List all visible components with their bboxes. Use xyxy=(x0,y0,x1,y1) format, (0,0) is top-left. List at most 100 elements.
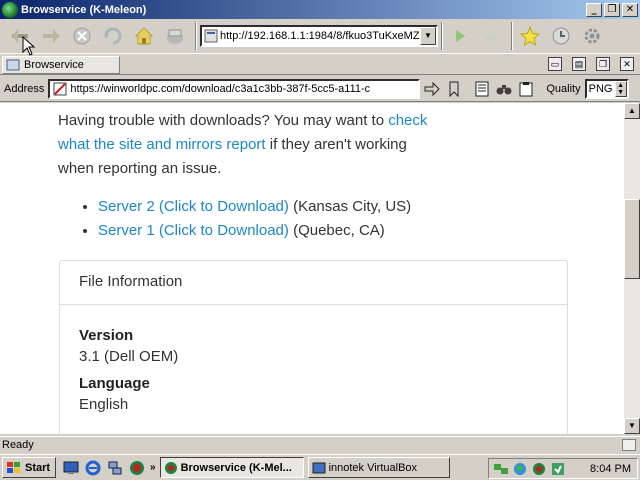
stop-button[interactable] xyxy=(68,22,96,50)
page-info-button[interactable] xyxy=(472,79,492,99)
scroll-up-icon[interactable]: ▲ xyxy=(624,103,640,119)
tab-new-icon[interactable]: ❐ xyxy=(596,57,610,71)
file-information-panel: File Information Version 3.1 (Dell OEM) … xyxy=(59,260,568,434)
tab-browservice[interactable]: Browservice xyxy=(2,56,120,74)
taskbar-item-virtualbox[interactable]: innotek VirtualBox xyxy=(307,457,450,478)
document-icon xyxy=(475,81,489,96)
up-button[interactable] xyxy=(477,22,505,50)
kmeleon-app-icon[interactable] xyxy=(2,1,18,18)
server-1-download-link[interactable]: Server 1 (Click to Download) xyxy=(98,222,289,239)
tab-save-icon[interactable]: ▭ xyxy=(548,57,562,71)
bookmark-page-button[interactable] xyxy=(444,79,464,99)
kmeleon-icon xyxy=(130,460,144,475)
bookmark-ribbon-icon xyxy=(449,81,459,97)
show-desktop-button[interactable] xyxy=(62,459,80,477)
no-entry-icon xyxy=(53,82,67,95)
address-text[interactable]: https://winworldpc.com/download/c3a1c3bb… xyxy=(70,83,370,95)
tab-list-icon[interactable]: ▤ xyxy=(572,57,586,71)
tab-label: Browservice xyxy=(24,59,84,71)
window-title: Browservice (K-Meleon) xyxy=(21,3,147,16)
task-label: innotek VirtualBox xyxy=(328,461,418,474)
quality-label: Quality xyxy=(546,82,581,95)
desktop-icon xyxy=(63,461,79,474)
ie-launch-button[interactable] xyxy=(84,459,102,477)
page-icon xyxy=(6,59,20,71)
server-list: Server 2 (Click to Download) (Kansas Cit… xyxy=(80,195,411,243)
scroll-down-icon[interactable]: ▼ xyxy=(624,418,640,434)
forward-button[interactable] xyxy=(37,22,65,50)
status-text: Ready xyxy=(2,438,34,451)
address-bar: Address https://winworldpc.com/download/… xyxy=(0,76,640,102)
resize-grip-icon[interactable] xyxy=(622,439,636,451)
bookmark-star-icon xyxy=(519,25,541,47)
bookmarks-button[interactable] xyxy=(516,22,544,50)
forward-icon xyxy=(43,29,59,43)
quality-select[interactable]: PNG ▲ ▼ xyxy=(584,78,629,99)
settings-button[interactable] xyxy=(578,22,606,50)
intro-text: Having trouble with downloads? You may w… xyxy=(58,112,385,129)
toolbar-separator xyxy=(511,22,513,50)
scroll-thumb[interactable] xyxy=(624,199,640,279)
kmeleon-launch-button[interactable] xyxy=(128,459,146,477)
toolbar-separator xyxy=(195,22,197,50)
quick-launch-more[interactable]: » xyxy=(150,462,156,473)
file-information-fields: Version 3.1 (Dell OEM) Language English xyxy=(60,305,567,434)
toolbar-separator xyxy=(441,22,443,50)
go-button[interactable] xyxy=(446,22,474,50)
download-help-paragraph: Having trouble with downloads? You may w… xyxy=(58,109,438,181)
home-icon xyxy=(134,27,154,45)
spinner-icon[interactable]: ▲ ▼ xyxy=(614,80,627,97)
home-button[interactable] xyxy=(130,22,158,50)
chevron-down-icon[interactable]: ▼ xyxy=(420,27,436,45)
print-button[interactable] xyxy=(161,22,189,50)
title-bar: Browservice (K-Meleon) _ ❐ ✕ xyxy=(0,0,640,19)
explorer-launch-button[interactable] xyxy=(106,459,124,477)
history-button[interactable] xyxy=(547,22,575,50)
history-icon xyxy=(552,27,570,45)
language-value: English xyxy=(79,396,129,413)
maximize-button[interactable]: ❐ xyxy=(604,2,620,17)
version-value: 3.1 (Dell OEM) xyxy=(79,348,179,365)
arrow-right-icon xyxy=(424,81,441,96)
start-label: Start xyxy=(25,461,51,474)
navigation-toolbar: http://192.168.1.1:1984/8/fkuo3TuKxeMZ ▼ xyxy=(0,19,640,54)
clipboard-button[interactable] xyxy=(516,79,536,99)
kmeleon-tray-icon[interactable] xyxy=(531,461,547,477)
reload-icon xyxy=(104,27,122,45)
list-item: Server 2 (Click to Download) (Kansas Cit… xyxy=(98,195,411,219)
taskbar-item-browservice[interactable]: Browservice (K-Mel... xyxy=(159,457,304,478)
windows-logo-icon xyxy=(7,461,20,473)
minimize-button[interactable]: _ xyxy=(586,2,602,17)
settings-icon xyxy=(584,28,600,44)
language-label: Language xyxy=(79,375,150,392)
close-button[interactable]: ✕ xyxy=(622,2,638,17)
globe-tray-icon[interactable] xyxy=(512,461,528,477)
quality-value: PNG xyxy=(588,82,613,95)
update-tray-icon[interactable] xyxy=(550,461,566,477)
task-label: Browservice (K-Mel... xyxy=(180,461,292,474)
server-2-download-link[interactable]: Server 2 (Click to Download) xyxy=(98,198,289,215)
status-bar: Ready xyxy=(0,436,640,452)
system-tray: 8:04 PM xyxy=(488,458,638,479)
tab-close-icon[interactable]: ✕ xyxy=(620,57,634,71)
clipboard-icon xyxy=(519,81,533,96)
go-icon xyxy=(456,30,465,42)
address-input[interactable]: https://winworldpc.com/download/c3a1c3bb… xyxy=(48,78,421,99)
url-combo-text[interactable]: http://192.168.1.1:1984/8/fkuo3TuKxeMZ xyxy=(220,30,420,42)
file-information-heading: File Information xyxy=(60,261,567,305)
server-location: (Quebec, CA) xyxy=(288,222,385,239)
list-item: Server 1 (Click to Download) (Quebec, CA… xyxy=(98,219,411,243)
find-button[interactable] xyxy=(494,79,514,99)
address-label: Address xyxy=(4,82,45,95)
url-combo-box[interactable]: http://192.168.1.1:1984/8/fkuo3TuKxeMZ ▼ xyxy=(200,25,438,47)
mouse-cursor-icon xyxy=(22,36,36,56)
network-tray-icon[interactable] xyxy=(493,461,509,477)
go-arrow-button[interactable] xyxy=(422,79,442,99)
vertical-scrollbar[interactable]: ▲ ▼ xyxy=(624,103,640,434)
taskbar-clock[interactable]: 8:04 PM xyxy=(590,463,631,475)
taskbar: Start » Browservice (K-Mel... innotek Vi… xyxy=(0,454,640,480)
reload-button[interactable] xyxy=(99,22,127,50)
start-button[interactable]: Start xyxy=(2,457,56,478)
virtualbox-icon xyxy=(312,462,326,473)
server-location: (Kansas City, US) xyxy=(288,198,412,215)
